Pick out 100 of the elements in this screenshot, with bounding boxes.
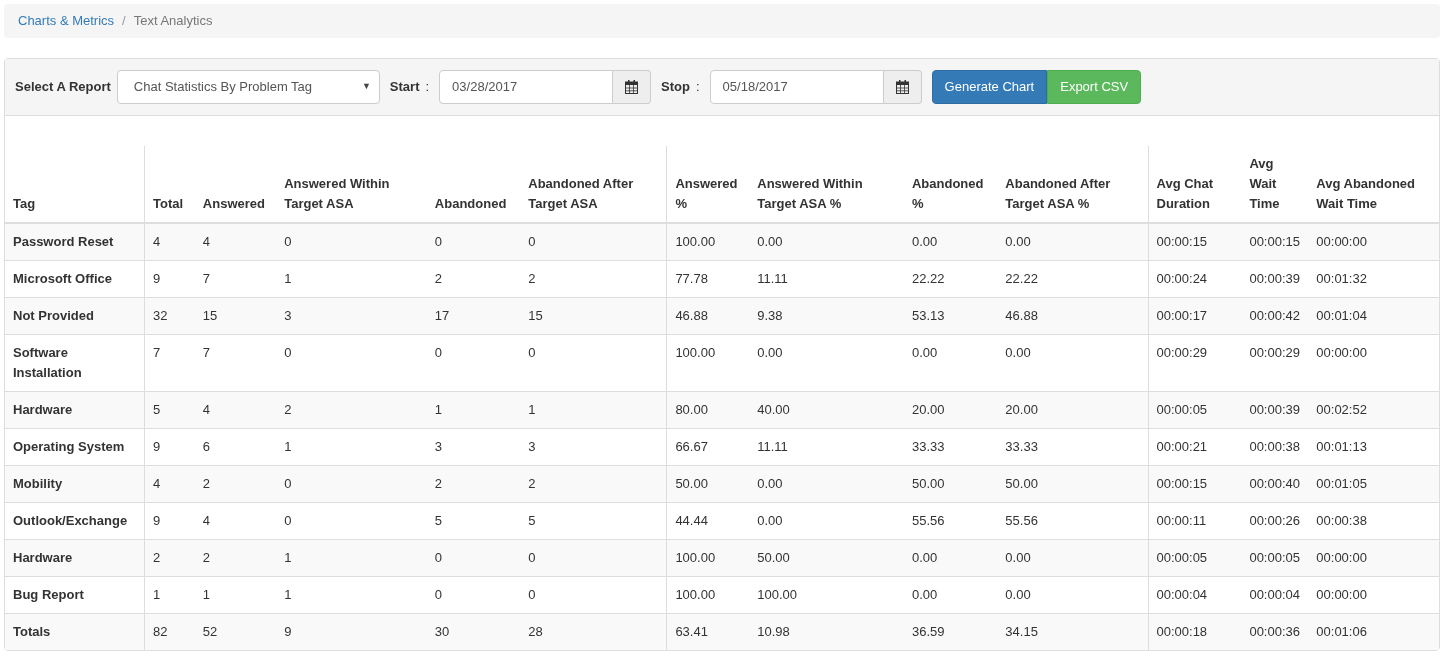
table-cell: 28 — [520, 613, 667, 650]
table-cell: 4 — [144, 223, 195, 261]
table-cell: 0 — [520, 334, 667, 392]
table-cell: 0.00 — [903, 334, 998, 392]
table-cell: 00:00:29 — [1241, 334, 1309, 392]
table-cell: 50.00 — [997, 465, 1148, 503]
table-cell: 100.00 — [666, 223, 750, 261]
table-cell: 2 — [426, 260, 521, 298]
breadcrumb-link[interactable]: Charts & Metrics — [18, 11, 115, 31]
table-cell: 00:00:00 — [1308, 539, 1439, 577]
table-cell: 1 — [276, 260, 427, 298]
table-cell: 00:00:05 — [1241, 539, 1309, 577]
table-cell: 0.00 — [749, 465, 904, 503]
table-cell: 0.00 — [749, 223, 904, 261]
table-cell: 100.00 — [666, 334, 750, 392]
table-cell: 20.00 — [903, 391, 998, 429]
breadcrumb-current: Text Analytics — [133, 12, 213, 31]
table-cell: 4 — [194, 391, 277, 429]
row-label: Hardware — [5, 539, 145, 577]
table-cell: 66.67 — [666, 428, 750, 466]
table-cell: 0 — [276, 223, 427, 261]
table-cell: 10.98 — [749, 613, 904, 650]
table-cell: 00:00:04 — [1148, 576, 1242, 614]
table-cell: 00:00:05 — [1148, 391, 1242, 429]
table-cell: 1 — [276, 576, 427, 614]
table-cell: 0 — [276, 334, 427, 392]
report-select[interactable]: Chat Statistics By Problem Tag ▼ — [116, 70, 380, 104]
table-cell: 00:00:39 — [1241, 391, 1309, 429]
table-cell: 00:00:40 — [1241, 465, 1309, 503]
table-cell: 15 — [194, 297, 277, 335]
table-cell: 00:00:15 — [1148, 465, 1242, 503]
table-cell: 1 — [276, 428, 427, 466]
start-label: Start — [389, 78, 420, 97]
table-cell: 0.00 — [997, 334, 1148, 392]
table-cell: 15 — [520, 297, 667, 335]
table-cell: 9 — [144, 502, 195, 540]
table-cell: 00:00:38 — [1241, 428, 1309, 466]
table-cell: 9.38 — [749, 297, 904, 335]
table-cell: 00:00:38 — [1308, 502, 1439, 540]
row-label: Hardware — [5, 391, 145, 429]
table-cell: 53.13 — [903, 297, 998, 335]
start-date-field[interactable]: 03/28/2017 — [439, 70, 614, 104]
table-cell: 9 — [276, 613, 427, 650]
table-cell: 1 — [520, 391, 667, 429]
table-cell: 82 — [144, 613, 195, 650]
table-cell: 0 — [520, 223, 667, 261]
table-cell: 100.00 — [749, 576, 904, 614]
table-cell: 50.00 — [666, 465, 750, 503]
table-cell: 0.00 — [997, 223, 1148, 261]
table-cell: 34.15 — [997, 613, 1148, 650]
table-cell: 7 — [144, 334, 195, 392]
table-cell: 4 — [194, 223, 277, 261]
table-cell: 00:01:05 — [1308, 465, 1439, 503]
table-cell: 00:02:52 — [1308, 391, 1439, 429]
row-label: Microsoft Office — [5, 260, 145, 298]
table-cell: 11.11 — [749, 260, 904, 298]
row-label: Outlook/Exchange — [5, 502, 145, 540]
table-cell: 2 — [194, 465, 277, 503]
table-cell: 0.00 — [749, 502, 904, 540]
table-cell: 00:00:11 — [1148, 502, 1242, 540]
table-cell: 100.00 — [666, 539, 750, 577]
table-cell: 11.11 — [749, 428, 904, 466]
table-cell: 80.00 — [666, 391, 750, 429]
table-cell: 00:01:06 — [1308, 613, 1439, 650]
table-cell: 0 — [426, 223, 521, 261]
table-cell: 17 — [426, 297, 521, 335]
table-cell: 5 — [520, 502, 667, 540]
table-cell: 9 — [144, 428, 195, 466]
table-cell: 00:00:00 — [1308, 334, 1439, 392]
table-cell: 00:00:18 — [1148, 613, 1242, 650]
stop-date-field[interactable]: 05/18/2017 — [709, 70, 884, 104]
table-cell: 3 — [426, 428, 521, 466]
table-cell: 0.00 — [903, 539, 998, 577]
report-label: Select A Report — [15, 78, 111, 97]
table-cell: 00:00:00 — [1308, 223, 1439, 261]
table-cell: 00:00:15 — [1148, 223, 1242, 261]
stop-label: Stop — [661, 78, 690, 97]
table-cell: 00:00:21 — [1148, 428, 1242, 466]
table-cell: 00:01:32 — [1308, 260, 1439, 298]
table-cell: 2 — [194, 539, 277, 577]
table-cell: 2 — [426, 465, 521, 503]
table-cell: 00:00:04 — [1241, 576, 1309, 614]
row-label: Not Provided — [5, 297, 145, 335]
table-cell: 20.00 — [997, 391, 1148, 429]
table-cell: 44.44 — [666, 502, 750, 540]
table-cell: 00:00:24 — [1148, 260, 1242, 298]
table-cell: 00:00:42 — [1241, 297, 1309, 335]
table-cell: 30 — [426, 613, 521, 650]
calendar-button[interactable] — [613, 70, 652, 104]
table-cell: 55.56 — [903, 502, 998, 540]
table-cell: 2 — [520, 260, 667, 298]
generate-chart-button[interactable]: Generate Chart — [931, 70, 1048, 104]
calendar-button[interactable] — [883, 70, 922, 104]
table-cell: 32 — [144, 297, 195, 335]
table-cell: 4 — [194, 502, 277, 540]
row-label: Password Reset — [5, 223, 145, 261]
table-cell: 1 — [276, 539, 427, 577]
table-cell: 5 — [426, 502, 521, 540]
row-label: Totals — [5, 613, 145, 650]
table-cell: 00:00:17 — [1148, 297, 1242, 335]
